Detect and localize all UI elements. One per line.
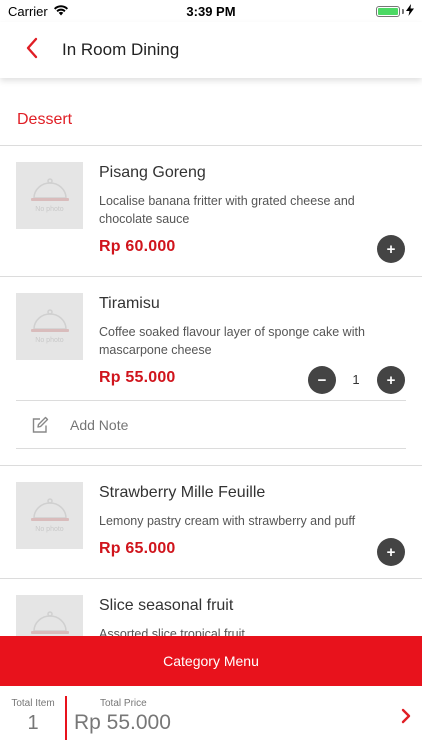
page-title: In Room Dining [62,40,180,59]
item-price: Rp 60.000 [99,238,176,255]
footer-divider [65,696,67,740]
cloche-icon [30,498,70,524]
item-thumbnail: No photo [16,293,83,360]
decrease-quantity-button[interactable]: − [308,366,336,394]
charging-icon [406,3,414,19]
increase-quantity-button[interactable]: + [377,366,405,394]
total-price-value: Rp 55.000 [74,711,171,734]
battery-icon [376,3,414,19]
carrier-label: Carrier [8,3,48,19]
thumbnail-placeholder-text: No photo [35,337,64,344]
item-name: Tiramisu [99,295,160,312]
item-description: Lemony pastry cream with strawberry and … [99,514,356,528]
cloche-icon [30,611,70,636]
thumbnail-placeholder-text: No photo [35,206,64,213]
item-description: Assorted slice tropical fruit [99,627,245,636]
wifi-icon [53,4,69,19]
add-item-button[interactable]: + [377,538,405,566]
item-thumbnail: No photo [16,482,83,549]
item-thumbnail: No photo [16,162,83,229]
cloche-icon [30,178,70,204]
menu-item: No photo Slice seasonal fruit Assorted s… [0,579,422,636]
chevron-left-icon [25,37,39,64]
checkout-button[interactable] [398,708,414,728]
chevron-right-icon [401,708,411,729]
item-name: Pisang Goreng [99,164,206,181]
status-left: Carrier [8,4,69,19]
add-item-button[interactable]: + [377,235,405,263]
note-row [16,400,406,449]
item-name: Strawberry Mille Feuille [99,484,266,501]
add-note-input[interactable] [70,416,350,433]
item-description: Localise banana fritter with grated chee… [99,194,355,226]
back-button[interactable] [8,22,56,78]
order-summary-footer: Total Item 1 Total Price Rp 55.000 [0,686,422,750]
item-thumbnail: No photo [16,595,83,636]
item-description: Coffee soaked flavour layer of sponge ca… [99,325,365,357]
menu-item: No photo Pisang Goreng Localise banana f… [0,146,422,277]
item-name: Slice seasonal fruit [99,597,234,614]
item-price: Rp 65.000 [99,540,176,557]
thumbnail-placeholder-text: No photo [35,526,64,533]
menu-item: No photo Tiramisu Coffee soaked flavour … [0,277,422,466]
total-price: Total Price Rp 55.000 [74,686,171,735]
total-item: Total Item 1 [0,686,66,750]
category-title: Dessert [0,78,422,146]
menu-item: No photo Strawberry Mille Feuille Lemony… [0,466,422,579]
total-item-value: 1 [27,712,39,734]
total-price-label: Total Price [100,698,147,709]
total-item-label: Total Item [11,698,55,709]
quantity-value: 1 [352,372,360,387]
app-header: In Room Dining [0,22,422,78]
category-menu-button[interactable]: Category Menu [0,636,422,686]
cloche-icon [30,309,70,335]
edit-note-icon [30,415,50,435]
menu-list[interactable]: Dessert No photo Pisang Goreng Localise … [0,78,422,636]
status-bar: Carrier 3:39 PM [0,0,422,22]
